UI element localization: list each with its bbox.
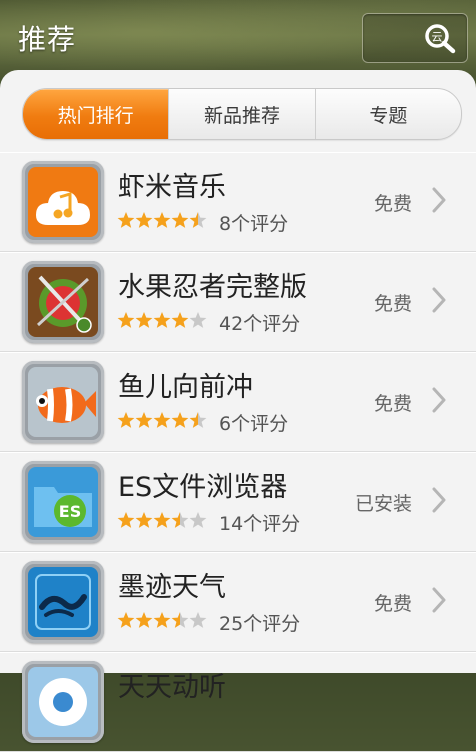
star-icon — [153, 311, 171, 329]
app-list-item[interactable]: 虾米音乐 8个评分 免费 — [0, 152, 476, 252]
content-panel: 热门排行 新品推荐 专题 虾米音乐 8个评分 免费 水果忍者完整版 42个评分 免费 鱼儿向… — [0, 70, 476, 752]
star-icon — [171, 311, 189, 329]
music-player-icon — [22, 661, 104, 743]
star-icon — [171, 611, 189, 629]
chevron-right-icon — [432, 487, 446, 517]
app-name: ES文件浏览器 — [118, 472, 288, 503]
rating-count: 25个评分 — [219, 613, 301, 635]
star-icon — [135, 311, 153, 329]
rating-stars — [117, 511, 207, 533]
clownfish-icon — [22, 361, 104, 443]
price-label: 免费 — [373, 193, 412, 215]
app-name: 墨迹天气 — [118, 572, 226, 603]
app-name: 水果忍者完整版 — [118, 272, 307, 303]
star-icon — [153, 411, 171, 429]
star-icon — [171, 211, 189, 229]
star-icon — [153, 611, 171, 629]
app-list-item[interactable]: 鱼儿向前冲 6个评分 免费 — [0, 352, 476, 452]
rating-count: 8个评分 — [219, 213, 289, 235]
rating-count: 6个评分 — [219, 413, 289, 435]
price-label: 免费 — [373, 593, 412, 615]
tab-hot-ranking[interactable]: 热门排行 — [23, 89, 169, 139]
app-list-item[interactable]: ES ES文件浏览器 14个评分 已安装 — [0, 452, 476, 552]
app-header: 推荐 云 — [0, 0, 476, 78]
star-icon — [171, 411, 189, 429]
tab-new-recommend[interactable]: 新品推荐 — [168, 89, 314, 139]
svg-text:ES: ES — [59, 502, 81, 521]
app-list-item[interactable]: 墨迹天气 25个评分 免费 — [0, 552, 476, 652]
app-name: 天天动听 — [118, 672, 226, 703]
star-icon — [117, 511, 135, 529]
star-icon — [117, 411, 135, 429]
svg-text:云: 云 — [432, 31, 443, 44]
chevron-right-icon — [432, 387, 446, 417]
rating-count: 42个评分 — [219, 313, 301, 335]
app-list-item[interactable]: 天天动听 — [0, 652, 476, 752]
star-icon — [117, 311, 135, 329]
tab-topics[interactable]: 专题 — [314, 89, 461, 139]
star-icon — [189, 211, 207, 229]
app-list-item[interactable]: 水果忍者完整版 42个评分 免费 — [0, 252, 476, 352]
price-label: 免费 — [373, 293, 412, 315]
chevron-right-icon — [432, 287, 446, 317]
fruit-ninja-icon — [22, 261, 104, 343]
chevron-right-icon — [432, 187, 446, 217]
star-icon — [117, 611, 135, 629]
rating-count: 14个评分 — [219, 513, 301, 535]
app-name: 鱼儿向前冲 — [118, 372, 253, 403]
star-icon — [117, 211, 135, 229]
star-icon — [189, 411, 207, 429]
star-icon — [189, 311, 207, 329]
star-icon — [135, 211, 153, 229]
star-icon — [135, 511, 153, 529]
rating-stars — [117, 211, 207, 233]
weather-icon — [22, 561, 104, 643]
star-icon — [153, 511, 171, 529]
rating-stars — [117, 411, 207, 433]
search-button[interactable]: 云 — [362, 13, 468, 63]
tab-bar: 热门排行 新品推荐 专题 — [22, 88, 462, 140]
music-cloud-icon — [22, 161, 104, 243]
star-icon — [189, 611, 207, 629]
app-list: 虾米音乐 8个评分 免费 水果忍者完整版 42个评分 免费 鱼儿向前冲 6个评分 免费 ES ES文… — [0, 152, 476, 752]
star-icon — [135, 411, 153, 429]
rating-stars — [117, 311, 207, 333]
star-icon — [171, 511, 189, 529]
rating-stars — [117, 611, 207, 633]
search-icon: 云 — [425, 24, 456, 54]
chevron-right-icon — [432, 587, 446, 617]
star-icon — [135, 611, 153, 629]
page-title: 推荐 — [18, 23, 77, 56]
price-label: 已安装 — [354, 493, 412, 515]
es-folder-icon: ES — [22, 461, 104, 543]
price-label: 免费 — [373, 393, 412, 415]
star-icon — [189, 511, 207, 529]
star-icon — [153, 211, 171, 229]
app-name: 虾米音乐 — [118, 172, 226, 203]
